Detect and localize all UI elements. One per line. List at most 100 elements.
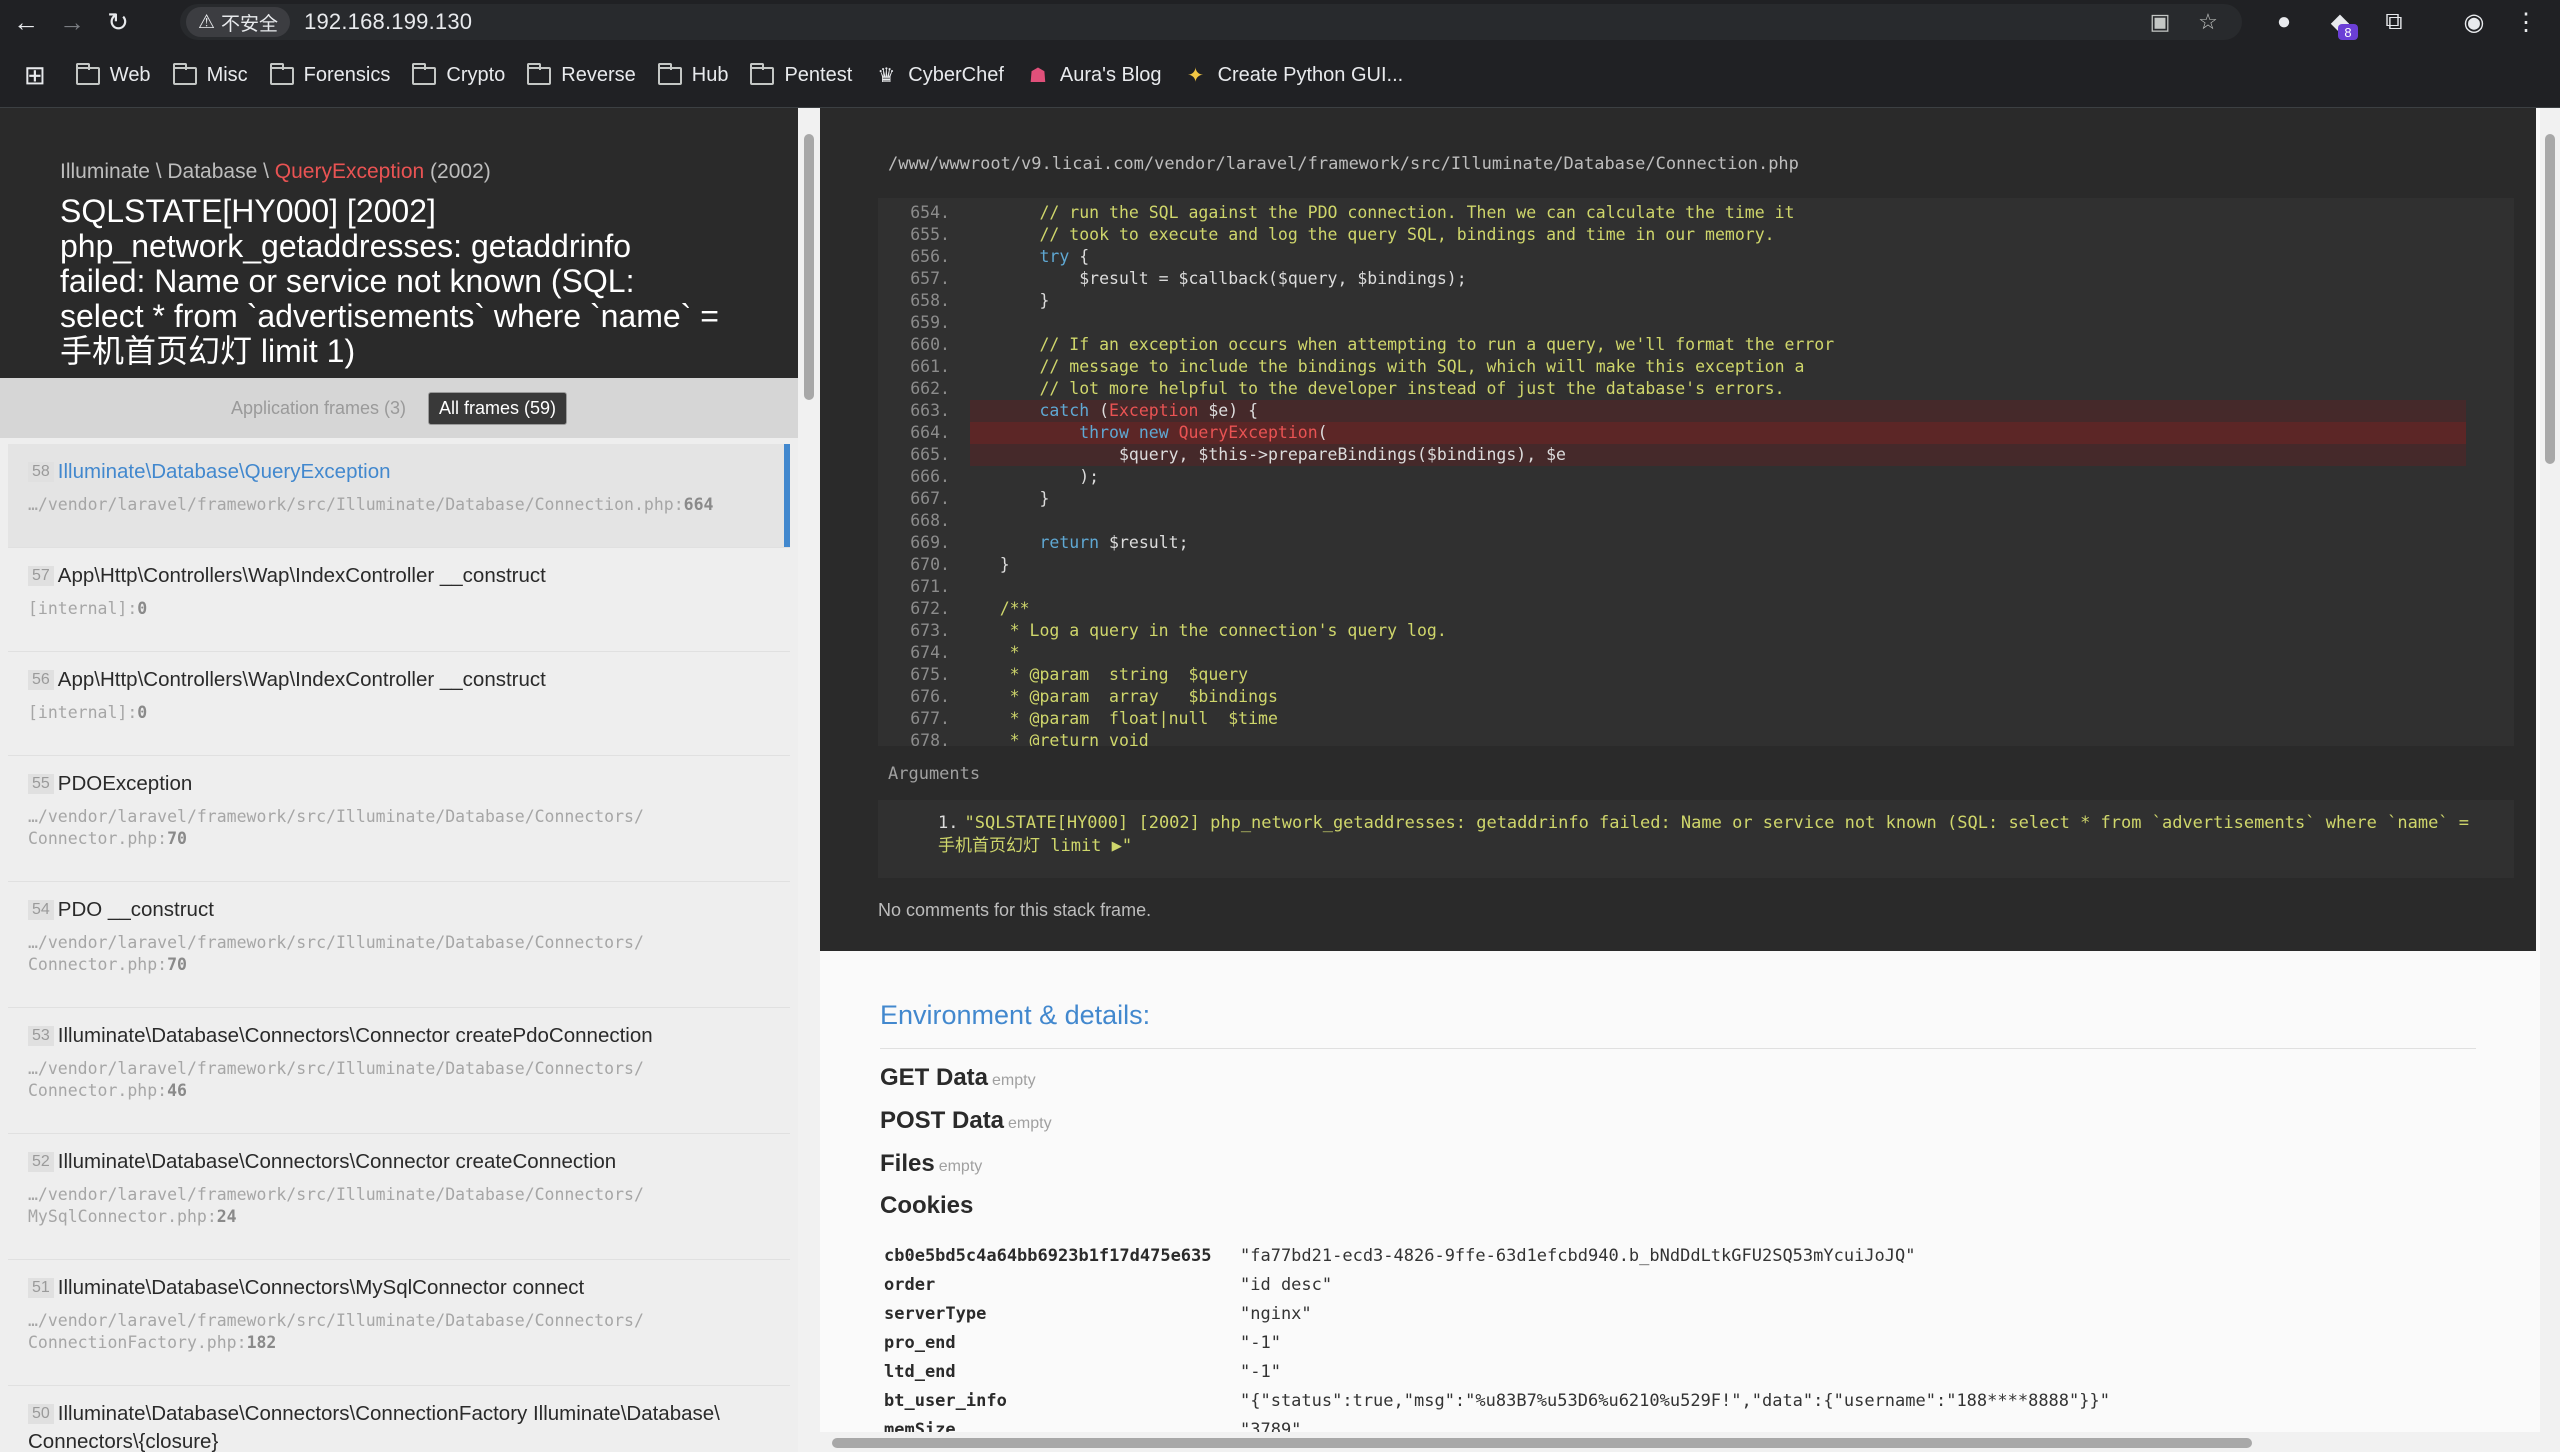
line-number: 670.: [910, 555, 950, 574]
line-number: 673.: [910, 621, 950, 640]
exception-namespace: Illuminate \ Database \: [60, 160, 275, 183]
code-line: 664. throw new QueryException(: [878, 422, 2514, 444]
code-text: // If an exception occurs when attemptin…: [960, 335, 1835, 354]
cookie-key: cb0e5bd5c4a64bb6923b1f17d475e635: [884, 1246, 1212, 1266]
extension-badge: 8: [2338, 24, 2358, 40]
bookmark-label: Reverse: [561, 64, 636, 86]
code-line: 663. catch (Exception $e) {: [878, 400, 2514, 422]
cookie-row: cb0e5bd5c4a64bb6923b1f17d475e635 "fa77bd2…: [884, 1242, 2444, 1270]
bookmark-cyberchef[interactable]: ♛ CyberChef: [874, 63, 1004, 88]
record-icon[interactable]: ●: [2266, 6, 2302, 38]
code-line: 662. // lot more helpful to the develope…: [878, 378, 2514, 400]
frame-line: 46: [167, 1081, 187, 1100]
details-panel: /www/wwwroot/v9.licai.com/vendor/laravel…: [820, 108, 2540, 1452]
code-text: // lot more helpful to the developer ins…: [960, 379, 1785, 398]
left-scrollbar-thumb[interactable]: [804, 134, 814, 400]
frame-class: Illuminate\Database\Connectors\Connector…: [57, 1150, 617, 1173]
code-text: * @param float|null $time: [960, 709, 1278, 728]
line-number: 677.: [910, 709, 950, 728]
reload-icon[interactable]: ↻: [92, 0, 144, 44]
right-scrollbar-thumb[interactable]: [2545, 134, 2555, 464]
frame-number: 55: [28, 774, 54, 794]
bookmark-label: Hub: [691, 64, 729, 86]
application-frames-button[interactable]: Application frames (3): [231, 398, 406, 419]
bookmark-pentest[interactable]: Pentest: [750, 62, 852, 87]
frames-filter: Application frames (3) All frames (59): [0, 378, 798, 438]
frame-line: 70: [167, 829, 187, 848]
cookies-section: Cookies: [880, 1192, 973, 1220]
frame-item[interactable]: 52 Illuminate\Database\Connectors\Connect…: [8, 1134, 790, 1260]
frame-item[interactable]: 54 PDO __construct …/vendor/laravel/frame…: [8, 882, 790, 1008]
security-chip[interactable]: ⚠ 不安全: [186, 7, 291, 37]
bookmark-label: Create Python GUI...: [1217, 64, 1404, 86]
code-text: // message to include the bindings with …: [960, 357, 1805, 376]
exception-class-name: QueryException: [274, 160, 425, 183]
frame-file: …/vendor/laravel/framework/src/Illuminat…: [28, 1059, 644, 1100]
code-text: }: [960, 489, 1050, 508]
bookmark-web[interactable]: Web: [75, 62, 151, 87]
frame-item[interactable]: 51 Illuminate\Database\Connectors\MySqlCo…: [8, 1260, 790, 1386]
code-line: 666. );: [878, 466, 2514, 488]
code-line: 657. $result = $callback($query, $bindin…: [878, 268, 2514, 290]
post-data-label: POST Data: [880, 1107, 1005, 1134]
horizontal-scrollbar-thumb[interactable]: [832, 1438, 2252, 1448]
bookmark-python-gui[interactable]: ✦ Create Python GUI...: [1184, 63, 1404, 88]
bookmark-star-icon[interactable]: ☆: [2190, 8, 2226, 36]
apps-grid-icon[interactable]: ⊞: [24, 60, 46, 91]
frame-line: 0: [137, 599, 148, 618]
menu-kebab-icon[interactable]: ⋮: [2508, 6, 2544, 38]
frame-item[interactable]: 50 Illuminate\Database\Connectors\Connect…: [8, 1386, 790, 1452]
bookmark-crypto[interactable]: Crypto: [412, 62, 505, 87]
line-number: 656.: [910, 247, 950, 266]
page-content: Illuminate \ Database \ QueryException (…: [0, 108, 2560, 1452]
frame-number: 54: [28, 900, 54, 920]
frame-file-path: …/vendor/laravel/framework/src/Illuminat…: [28, 495, 674, 514]
back-icon[interactable]: ←: [0, 0, 52, 44]
line-number: 665.: [910, 445, 950, 464]
bookmark-hub[interactable]: Hub: [657, 62, 729, 87]
empty-label: empty: [938, 1158, 983, 1175]
line-number: 678.: [910, 731, 950, 746]
cookie-value: "-1": [1240, 1333, 1281, 1353]
cookie-row: pro_end "-1": [884, 1329, 2444, 1357]
translate-icon[interactable]: ▣: [2142, 8, 2178, 36]
argument-value[interactable]: "SQLSTATE[HY000] [2002] php_network_geta…: [938, 813, 2469, 856]
line-number: 658.: [910, 291, 950, 310]
code-line: 660. // If an exception occurs when atte…: [878, 334, 2514, 356]
code-line: 670. }: [878, 554, 2514, 576]
line-number: 671.: [910, 577, 950, 596]
url-text[interactable]: 192.168.199.130: [304, 9, 472, 35]
bookmark-auras-blog[interactable]: ☗ Aura's Blog: [1026, 63, 1162, 88]
security-label: 不安全: [221, 13, 279, 35]
get-data-section: GET Data empty: [880, 1064, 1036, 1092]
bookmark-reverse[interactable]: Reverse: [527, 62, 636, 87]
frame-line: 182: [246, 1333, 277, 1352]
extensions-puzzle-icon[interactable]: ⧉: [2376, 6, 2412, 38]
frame-item[interactable]: 55 PDOException …/vendor/laravel/framewor…: [8, 756, 790, 882]
code-text: try {: [1039, 247, 1090, 266]
code-line: 667. }: [878, 488, 2514, 510]
bookmark-forensics[interactable]: Forensics: [269, 62, 390, 87]
frame-line: 664: [683, 495, 714, 514]
cookie-value: "nginx": [1240, 1304, 1312, 1324]
arguments-label: Arguments: [888, 764, 981, 784]
frame-item[interactable]: 58 Illuminate\Database\QueryException …/v…: [8, 444, 790, 548]
code-file-path[interactable]: /www/wwwroot/v9.licai.com/vendor/laravel…: [888, 154, 1799, 174]
code-line: 671.: [878, 576, 2514, 598]
profile-icon[interactable]: ◉: [2456, 6, 2492, 38]
frame-class: Illuminate\Database\Connectors\MySqlConn…: [57, 1276, 585, 1299]
frame-number: 56: [28, 670, 54, 690]
code-text: * @param array $bindings: [960, 687, 1278, 706]
forward-icon[interactable]: →: [46, 0, 98, 44]
folder-icon: [657, 62, 682, 85]
line-number: 660.: [910, 335, 950, 354]
frame-item[interactable]: 56 App\Http\Controllers\Wap\IndexControll…: [8, 652, 790, 756]
frame-item[interactable]: 53 Illuminate\Database\Connectors\Connect…: [8, 1008, 790, 1134]
all-frames-button[interactable]: All frames (59): [428, 391, 568, 425]
code-line: 668.: [878, 510, 2514, 532]
frame-item[interactable]: 57 App\Http\Controllers\Wap\IndexControll…: [8, 548, 790, 652]
address-bar[interactable]: ⚠ 不安全 192.168.199.130 ▣ ☆: [180, 4, 2242, 40]
code-text: *: [960, 643, 1020, 662]
frame-number: 50: [28, 1404, 54, 1424]
bookmark-misc[interactable]: Misc: [172, 62, 248, 87]
